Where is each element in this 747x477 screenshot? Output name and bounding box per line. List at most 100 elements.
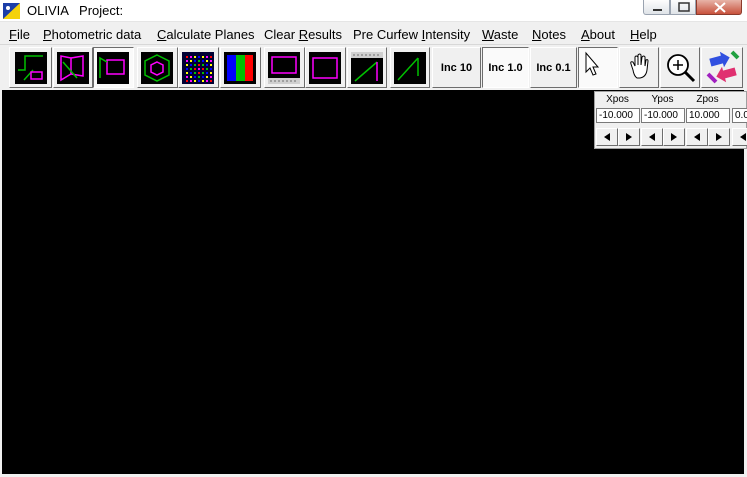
- grid-point: [190, 72, 192, 74]
- grid-point: [210, 60, 212, 62]
- point-grid-icon: [186, 56, 212, 82]
- side-view-button[interactable]: [53, 47, 93, 88]
- menu-waste[interactable]: Waste: [482, 27, 518, 42]
- zpos-field[interactable]: 10.000: [686, 108, 730, 123]
- pan-tool-button[interactable]: [619, 47, 659, 88]
- grid-point: [186, 60, 188, 62]
- color-plane-button[interactable]: [220, 47, 261, 88]
- rotated-view-button[interactable]: [93, 47, 134, 88]
- xpos-increase-button[interactable]: [618, 128, 640, 146]
- grid-point: [186, 56, 188, 58]
- grid-point: [198, 80, 200, 82]
- plan-view-button[interactable]: [9, 47, 52, 88]
- menu-notes[interactable]: Notes: [532, 27, 566, 42]
- menu-calculate-planes[interactable]: Calculate Planes: [157, 27, 255, 42]
- grid-point: [190, 80, 192, 82]
- grid-point: [194, 76, 196, 78]
- grid-point: [210, 80, 212, 82]
- grid-point: [210, 72, 212, 74]
- triangle-left-icon: [604, 133, 610, 141]
- menu-clear-results[interactable]: Clear Results: [264, 27, 342, 42]
- zoom-tool-button[interactable]: [660, 47, 700, 88]
- grid-point: [202, 60, 204, 62]
- app-title: OLIVIA: [27, 3, 69, 18]
- grid-point: [210, 56, 212, 58]
- zpos-decrease-button[interactable]: [686, 128, 708, 146]
- menu-photometric-data[interactable]: Photometric data: [43, 27, 141, 42]
- extra-decrease-button[interactable]: [732, 128, 747, 146]
- title-bar: OLIVIA Project:: [0, 0, 747, 22]
- aiming-line-button[interactable]: [390, 47, 430, 88]
- grid-point: [206, 68, 208, 70]
- magnifier-zoom-icon: [667, 54, 696, 83]
- plane-list-button[interactable]: [264, 47, 305, 88]
- grid-point: [186, 76, 188, 78]
- triangle-right-icon: [716, 133, 722, 141]
- xpos-field[interactable]: -10.000: [596, 108, 640, 123]
- polygon-area-button[interactable]: [137, 47, 178, 88]
- grid-point: [202, 76, 204, 78]
- grid-point: [202, 80, 204, 82]
- zpos-label: Zpos: [696, 94, 719, 105]
- grid-point: [194, 60, 196, 62]
- plane-list-icon: [268, 56, 300, 84]
- cursor-arrow-icon: [585, 51, 600, 76]
- menu-bar: File Photometric data Calculate Planes C…: [0, 24, 747, 44]
- olivia-app-icon: [3, 3, 20, 19]
- triangle-right-icon: [626, 133, 632, 141]
- side-view-icon: [60, 55, 84, 82]
- rotate-view-button[interactable]: [701, 47, 743, 88]
- grid-point: [186, 72, 188, 74]
- grid-point: [206, 56, 208, 58]
- ypos-decrease-button[interactable]: [641, 128, 663, 146]
- extra-field[interactable]: 0.0: [732, 108, 747, 123]
- xpos-label: Xpos: [606, 94, 629, 105]
- ypos-increase-button[interactable]: [663, 128, 685, 146]
- grid-point: [206, 76, 208, 78]
- vertical-plane-button[interactable]: [347, 47, 387, 88]
- hand-pan-icon: [630, 53, 649, 79]
- plan-view-icon: [18, 55, 43, 81]
- grid-point: [198, 56, 200, 58]
- xpos-decrease-button[interactable]: [596, 128, 618, 146]
- grid-point: [210, 68, 212, 70]
- point-grid-button[interactable]: [178, 47, 219, 88]
- grid-point: [206, 60, 208, 62]
- close-button[interactable]: [696, 0, 742, 15]
- menu-pre-curfew-intensity[interactable]: Pre Curfew Intensity: [353, 27, 470, 42]
- grid-point: [198, 72, 200, 74]
- grid-point: [194, 72, 196, 74]
- triangle-right-icon: [671, 133, 677, 141]
- triangle-left-icon: [649, 133, 655, 141]
- grid-point: [206, 80, 208, 82]
- grid-point: [206, 72, 208, 74]
- maximize-button[interactable]: [670, 0, 696, 15]
- minimize-button[interactable]: [643, 0, 670, 15]
- boundary-rect-icon: [312, 57, 338, 79]
- menu-file[interactable]: File: [9, 27, 30, 42]
- grid-point: [190, 56, 192, 58]
- grid-point: [194, 64, 196, 66]
- grid-point: [198, 68, 200, 70]
- boundary-rect-button[interactable]: [305, 47, 346, 88]
- project-label: Project:: [79, 3, 124, 18]
- ypos-label: Ypos: [651, 94, 674, 105]
- pointer-tool-button[interactable]: [578, 47, 618, 88]
- menu-about[interactable]: About: [581, 27, 615, 42]
- grid-point: [186, 68, 188, 70]
- zpos-increase-button[interactable]: [708, 128, 730, 146]
- ypos-field[interactable]: -10.000: [641, 108, 685, 123]
- aiming-line-icon: [397, 57, 419, 81]
- position-panel: Xpos -10.000 Ypos -10.000 Zpos 10.000 0.…: [594, 91, 747, 149]
- inc-10-button[interactable]: Inc 10: [432, 47, 481, 88]
- grid-point: [210, 76, 212, 78]
- grid-point: [202, 56, 204, 58]
- menu-help[interactable]: Help: [630, 27, 657, 42]
- close-icon: [714, 2, 726, 13]
- inc-1-button[interactable]: Inc 1.0: [482, 47, 529, 88]
- inc-0-1-button[interactable]: Inc 0.1: [530, 47, 577, 88]
- grid-point: [194, 68, 196, 70]
- grid-point: [198, 76, 200, 78]
- vertical-plane-icon: [351, 52, 383, 82]
- grid-point: [202, 68, 204, 70]
